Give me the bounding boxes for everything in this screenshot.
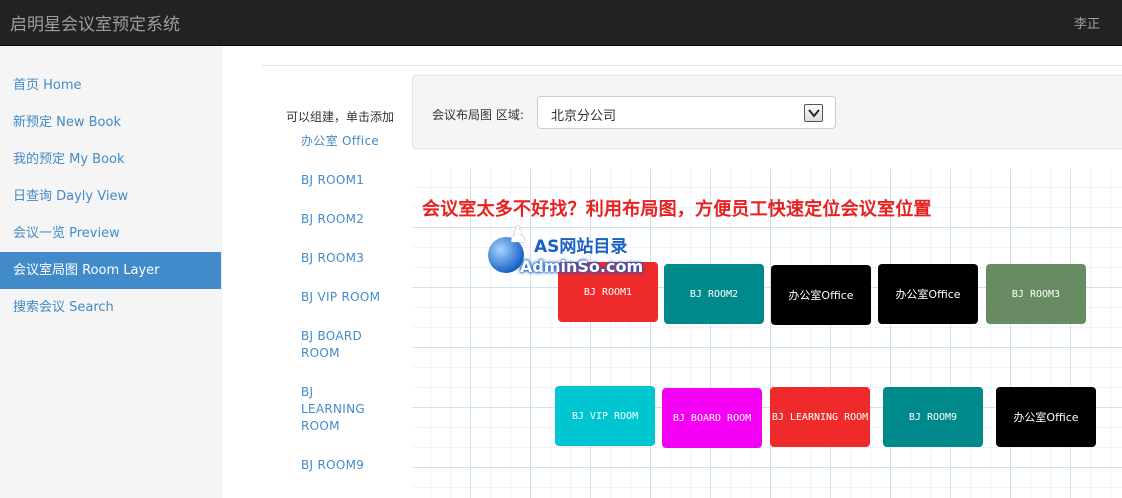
promo-banner: 会议室太多不好找？利用布局图，方便员工快速定位会议室位置 [422, 199, 932, 220]
room-block-office[interactable]: 办公室Office [771, 265, 871, 325]
filter-label: 会议布局图 区域: [432, 108, 524, 122]
sidebar-item-home[interactable]: 首页 Home [0, 67, 221, 104]
chevron-down-icon[interactable] [804, 104, 823, 122]
sidebar: 首页 Home 新预定 New Book 我的预定 My Book 日查询 Da… [0, 46, 222, 498]
filter-panel: 会议布局图 区域: 北京分公司 [412, 75, 1122, 149]
room-palette: 办公室 Office BJ ROOM1 BJ ROOM2 BJ ROOM3 BJ… [301, 133, 401, 474]
sidebar-item-dayly-view[interactable]: 日查询 Dayly View [0, 178, 221, 215]
sidebar-item-search[interactable]: 搜索会议 Search [0, 289, 221, 326]
room-block-bj-room3[interactable]: BJ ROOM3 [986, 264, 1086, 324]
palette-heading: 可以组建，单击添加 [286, 110, 395, 124]
palette-item-bj-room9[interactable]: BJ ROOM9 [301, 457, 401, 474]
room-block-office[interactable]: 办公室Office [996, 387, 1096, 447]
palette-item-bj-vip-room[interactable]: BJ VIP ROOM [301, 289, 401, 306]
app-title[interactable]: 启明星会议室预定系统 [10, 10, 180, 35]
palette-item-office[interactable]: 办公室 Office [301, 133, 401, 150]
sidebar-item-new-book[interactable]: 新预定 New Book [0, 104, 221, 141]
room-block-bj-vip-room[interactable]: BJ VIP ROOM [555, 386, 655, 446]
palette-item-bj-room2[interactable]: BJ ROOM2 [301, 211, 401, 228]
palette-item-bj-room1[interactable]: BJ ROOM1 [301, 172, 401, 189]
region-select-value: 北京分公司 [551, 109, 617, 124]
room-block-bj-board-room[interactable]: BJ BOARD ROOM [662, 388, 762, 448]
current-user[interactable]: 李正 [1074, 13, 1100, 32]
watermark-domain: AdminSo.com [520, 257, 644, 276]
room-block-office[interactable]: 办公室Office [878, 264, 978, 324]
watermark-logo: ♟ AS网站目录 AdminSo.com [486, 223, 643, 283]
palette-item-bj-learning-room[interactable]: BJ LEARNING ROOM [301, 384, 371, 435]
region-select[interactable]: 北京分公司 [537, 96, 836, 129]
top-navbar: 启明星会议室预定系统 李正 [0, 0, 1122, 46]
person-icon: ♟ [508, 223, 528, 248]
watermark-title: AS网站目录 [534, 237, 628, 257]
room-block-bj-learning-room[interactable]: BJ LEARNING ROOM [770, 387, 870, 447]
palette-item-bj-board-room[interactable]: BJ BOARD ROOM [301, 328, 371, 362]
sidebar-item-preview[interactable]: 会议一览 Preview [0, 215, 221, 252]
sidebar-item-room-layer[interactable]: 会议室局图 Room Layer [0, 252, 221, 289]
room-block-bj-room2[interactable]: BJ ROOM2 [664, 264, 764, 324]
palette-item-bj-room3[interactable]: BJ ROOM3 [301, 250, 401, 267]
room-block-bj-room9[interactable]: BJ ROOM9 [883, 387, 983, 447]
divider [262, 65, 1122, 66]
sidebar-item-my-book[interactable]: 我的预定 My Book [0, 141, 221, 178]
